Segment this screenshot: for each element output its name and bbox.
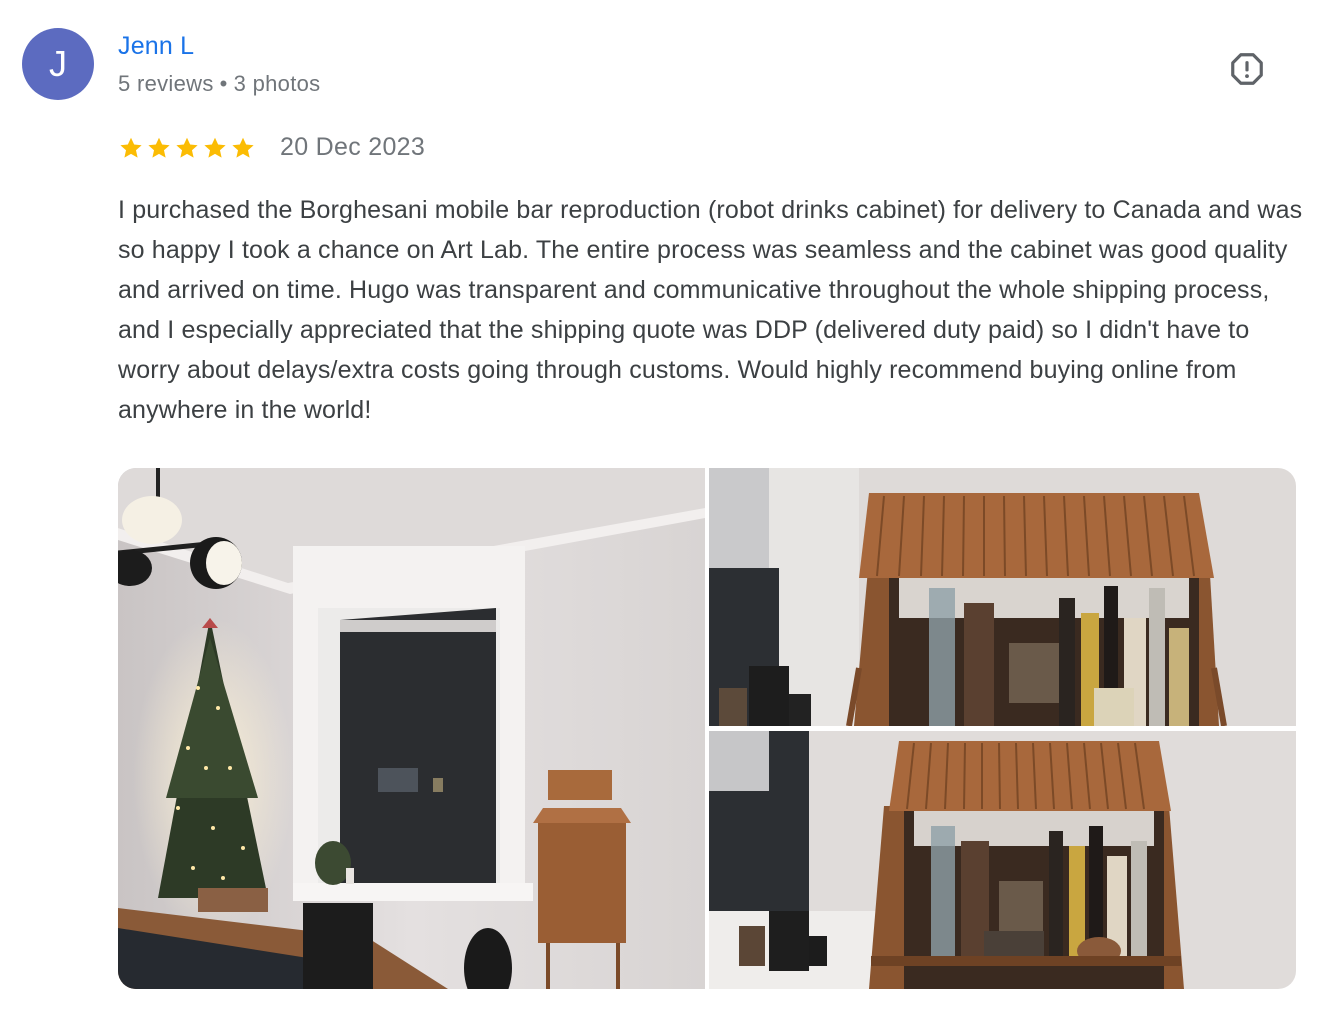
star-icon <box>176 137 198 158</box>
bar-cabinet-photo-2[interactable] <box>709 731 1296 989</box>
rating-row: 20 Dec 2023 <box>118 133 425 162</box>
dining-room-photo[interactable] <box>118 468 705 989</box>
bar-cabinet-photo-1[interactable] <box>709 468 1296 726</box>
photo-count: 3 photos <box>233 71 321 96</box>
star-icon <box>120 137 142 158</box>
report-flag-icon <box>1231 53 1263 85</box>
star-icon <box>232 137 254 158</box>
review-date: 20 Dec 2023 <box>280 133 426 161</box>
report-button[interactable] <box>1226 48 1268 90</box>
photo-grid <box>118 468 1296 989</box>
meta-separator: • <box>219 71 228 96</box>
reviewer-name-link[interactable]: Jenn L <box>118 32 194 61</box>
reviewer-meta: 5 reviews • 3 photos <box>118 71 320 97</box>
review-text: I purchased the Borghesani mobile bar re… <box>118 196 1303 424</box>
star-icon <box>204 137 226 158</box>
star-icon <box>148 137 170 158</box>
avatar[interactable]: J <box>22 28 94 100</box>
star-rating <box>118 135 256 161</box>
review-count: 5 reviews <box>118 71 214 96</box>
